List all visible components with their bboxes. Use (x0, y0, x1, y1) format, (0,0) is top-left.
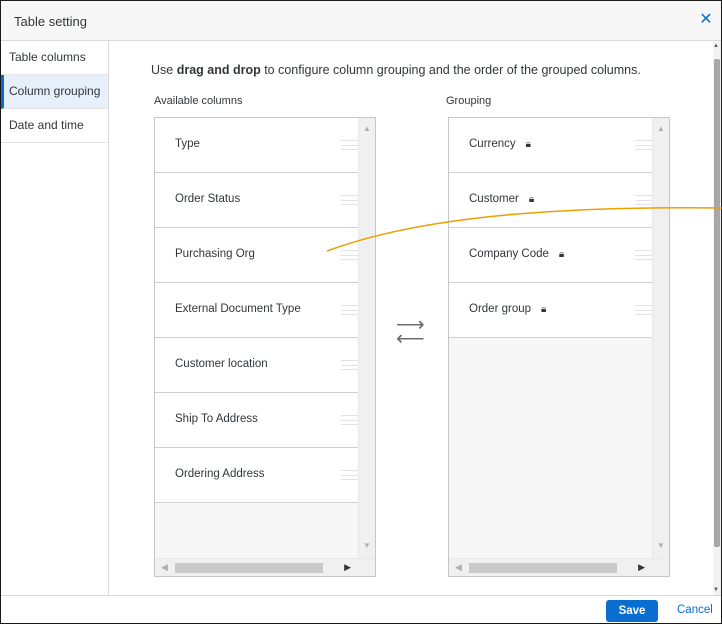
sidebar-item-label: Date and time (9, 118, 84, 132)
drag-handle-icon[interactable] (635, 305, 653, 315)
grouping-column-name: Company Code (469, 248, 549, 260)
lock-icon: 🔒︎ (558, 249, 565, 260)
list-item[interactable]: Type (155, 118, 359, 173)
grouping-column-name: Customer (469, 193, 519, 205)
sidebar-item-label: Column grouping (9, 84, 101, 98)
drag-handle-icon[interactable] (635, 195, 653, 205)
column-name: Currency 🔒︎ (469, 138, 531, 150)
column-name: Company Code 🔒︎ (469, 248, 564, 260)
dialog-header: Table setting ✕ (1, 1, 721, 41)
drag-handle-icon[interactable] (341, 470, 359, 480)
list-item[interactable]: External Document Type (155, 283, 359, 338)
available-columns-label: Available columns (154, 95, 243, 107)
swap-arrows-icon: ⟶ ⟵ (396, 314, 425, 350)
drag-handle-icon[interactable] (341, 250, 359, 260)
sidebar-item-label: Table columns (9, 50, 86, 64)
scroll-up-icon[interactable]: ▲ (657, 124, 665, 133)
scroll-down-icon[interactable]: ▼ (363, 541, 371, 550)
list-item[interactable]: Purchasing Org (155, 228, 359, 283)
scroll-down-icon[interactable]: ▼ (657, 541, 665, 550)
list-item[interactable]: Order group 🔒︎ (449, 283, 653, 338)
grouping-list[interactable]: Currency 🔒︎ Customer 🔒︎ Company Code 🔒︎ Ord… (448, 117, 670, 577)
drag-handle-icon[interactable] (341, 360, 359, 370)
horizontal-scrollbar[interactable]: ◀ ▶ (449, 558, 669, 576)
sidebar-item-table-columns[interactable]: Table columns (1, 41, 108, 75)
list-item[interactable]: Customer 🔒︎ (449, 173, 653, 228)
column-name: Type (175, 138, 200, 150)
save-button[interactable]: Save (606, 600, 658, 622)
instruction-suffix: to configure column grouping and the ord… (260, 63, 641, 77)
column-name: Purchasing Org (175, 248, 255, 260)
list-item[interactable]: Company Code 🔒︎ (449, 228, 653, 283)
drag-handle-icon[interactable] (635, 250, 653, 260)
vertical-scrollbar[interactable]: ▲ ▼ (358, 118, 375, 558)
drag-handle-icon[interactable] (341, 140, 359, 150)
lock-icon: 🔒︎ (525, 139, 531, 150)
lock-icon: 🔒︎ (541, 304, 547, 315)
sidebar-item-column-grouping[interactable]: Column grouping (1, 75, 108, 109)
scroll-down-icon[interactable]: ▼ (713, 587, 719, 593)
list-item[interactable]: Ship To Address (155, 393, 359, 448)
sidebar-item-date-and-time[interactable]: Date and time (1, 109, 108, 143)
column-grouping-panel: Use drag and drop to configure column gr… (110, 41, 713, 595)
drag-handle-icon[interactable] (635, 140, 653, 150)
column-name: Customer location (175, 358, 268, 370)
settings-sidebar: Table columns Column grouping Date and t… (1, 41, 109, 595)
lock-icon: 🔒︎ (528, 194, 535, 205)
list-item[interactable]: Order Status (155, 173, 359, 228)
dialog-footer: Save Cancel (1, 595, 721, 623)
drag-handle-icon[interactable] (341, 195, 359, 205)
list-item[interactable]: Customer location (155, 338, 359, 393)
drag-handle-icon[interactable] (341, 305, 359, 315)
dialog-vertical-scrollbar[interactable]: ▲ ▼ (713, 41, 721, 595)
scroll-right-icon[interactable]: ▶ (344, 562, 351, 573)
scrollbar-thumb[interactable] (469, 563, 617, 573)
scroll-left-icon[interactable]: ◀ (455, 562, 462, 573)
column-name: Ship To Address (175, 413, 258, 425)
column-name: Order Status (175, 193, 241, 205)
column-name: Ordering Address (175, 468, 265, 480)
list-item[interactable]: Ordering Address (155, 448, 359, 503)
available-columns-list[interactable]: Type Order Status Purchasing Org Externa… (154, 117, 376, 577)
column-name: Order group 🔒︎ (469, 303, 546, 315)
instruction-bold: drag and drop (176, 63, 261, 77)
grouping-label: Grouping (446, 95, 492, 107)
column-name: External Document Type (175, 303, 301, 315)
scrollbar-thumb[interactable] (714, 59, 720, 547)
scroll-right-icon[interactable]: ▶ (638, 562, 645, 573)
instruction-text: Use drag and drop to configure column gr… (151, 63, 641, 77)
dialog-title: Table setting (14, 14, 87, 29)
instruction-prefix: Use (151, 63, 177, 77)
vertical-scrollbar[interactable]: ▲ ▼ (652, 118, 669, 558)
close-icon[interactable]: ✕ (698, 12, 714, 28)
scroll-up-icon[interactable]: ▲ (363, 124, 371, 133)
grouping-column-name: Order group (469, 303, 532, 315)
cancel-button[interactable]: Cancel (677, 604, 713, 616)
drag-handle-icon[interactable] (341, 415, 359, 425)
list-item[interactable]: Currency 🔒︎ (449, 118, 653, 173)
grouping-column-name: Currency (469, 138, 516, 150)
table-setting-dialog: Table setting ✕ Table columns Column gro… (0, 0, 722, 624)
column-name: Customer 🔒︎ (469, 193, 534, 205)
horizontal-scrollbar[interactable]: ◀ ▶ (155, 558, 375, 576)
scroll-up-icon[interactable]: ▲ (713, 43, 719, 49)
scrollbar-thumb[interactable] (175, 563, 323, 573)
scroll-left-icon[interactable]: ◀ (161, 562, 168, 573)
